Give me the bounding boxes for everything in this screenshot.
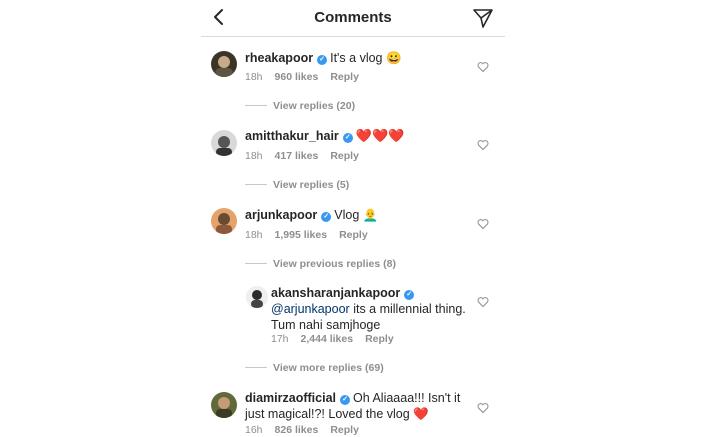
page-title: Comments [314,9,392,26]
view-replies-link[interactable]: View replies (20) [245,100,355,112]
comment-username[interactable]: rheakapoor [245,51,313,65]
verified-badge-icon: ✓ [342,133,353,143]
reply-body: akansharanjankapoor ✓ @arjunkapoor its a … [271,285,471,333]
verified-badge-icon: ✓ [340,395,350,405]
comment-body: amitthakur_hair ✓ ❤️❤️❤️ [245,128,404,144]
avatar[interactable] [211,130,237,156]
comment-meta: 18h 417 likes Reply [245,150,371,162]
heart-icon[interactable] [477,296,489,308]
verified-badge-icon: ✓ [317,55,328,65]
divider-line [245,184,267,185]
view-replies-text[interactable]: View replies (20) [273,100,355,112]
view-more-replies-link[interactable]: View more replies (69) [245,362,384,374]
view-replies-text[interactable]: View replies (5) [273,179,349,191]
comment-text: Vlog 👨‍🦲 [334,208,379,222]
view-replies-link[interactable]: View replies (5) [245,179,349,191]
reply-text-line2: Tum nahi samjhoge [271,318,381,332]
verified-badge-icon: ✓ [404,290,415,300]
comment-body: arjunkapoor ✓ Vlog 👨‍🦲 [245,207,378,223]
avatar[interactable] [211,208,237,234]
comment-text: ❤️❤️❤️ [355,128,405,143]
avatar[interactable] [211,51,237,77]
avatar[interactable] [246,286,268,308]
heart-icon[interactable] [477,61,489,73]
likes-count[interactable]: 960 likes [275,71,319,83]
heart-icon[interactable] [477,139,489,151]
reply-button[interactable]: Reply [339,229,368,241]
comment-time: 18h [245,150,263,162]
comment-text: Oh Aliaaaa!!! Isn't it [353,391,461,405]
comment-meta: 18h 1,995 likes Reply [245,229,380,241]
comment-text: It's a vlog 😀 [330,51,402,65]
reply-button[interactable]: Reply [330,150,359,162]
header-bar: Comments [201,0,505,37]
divider-line [245,263,267,264]
divider-line [245,367,267,368]
reply-text: its a millennial thing. [349,302,466,316]
comment-time: 16h [245,424,263,436]
comment-username[interactable]: arjunkapoor [245,208,317,222]
likes-count[interactable]: 1,995 likes [275,229,328,241]
mention-link[interactable]: @arjunkapoor [271,302,350,316]
comment-time: 18h [245,229,263,241]
reply-button[interactable]: Reply [365,333,394,345]
paper-plane-icon[interactable] [471,6,495,30]
comment-username[interactable]: amitthakur_hair [245,129,339,143]
comment-time: 18h [245,71,263,83]
view-previous-replies-link[interactable]: View previous replies (8) [245,258,396,270]
likes-count[interactable]: 826 likes [275,424,319,436]
comment-meta: 18h 960 likes Reply [245,71,371,83]
reply-button[interactable]: Reply [330,71,359,83]
reply-time: 17h [271,333,289,345]
likes-count[interactable]: 417 likes [275,150,319,162]
comments-screen: Comments rheakapoor ✓ It's a vlog 😀 18h 960… [201,0,505,437]
verified-badge-icon: ✓ [321,212,332,222]
likes-count[interactable]: 2,444 likes [301,333,354,345]
reply-username[interactable]: akansharanjankapoor [271,286,400,300]
divider-line [245,105,267,106]
heart-icon[interactable] [477,218,489,230]
reply-meta: 17h 2,444 likes Reply [271,333,406,345]
reply-button[interactable]: Reply [330,424,359,436]
view-replies-text[interactable]: View previous replies (8) [273,258,396,270]
avatar[interactable] [211,392,237,418]
comment-text-line2: just magical!?! Loved the vlog ❤️ [245,407,429,421]
comment-body: rheakapoor ✓ It's a vlog 😀 [245,50,402,66]
view-replies-text[interactable]: View more replies (69) [273,362,384,374]
comment-username[interactable]: diamirzaofficial [245,391,336,405]
heart-icon[interactable] [477,402,489,414]
comment-body: diamirzaofficial ✓ Oh Aliaaaa!!! Isn't it … [245,390,475,422]
comment-meta: 16h 826 likes Reply [245,424,371,436]
